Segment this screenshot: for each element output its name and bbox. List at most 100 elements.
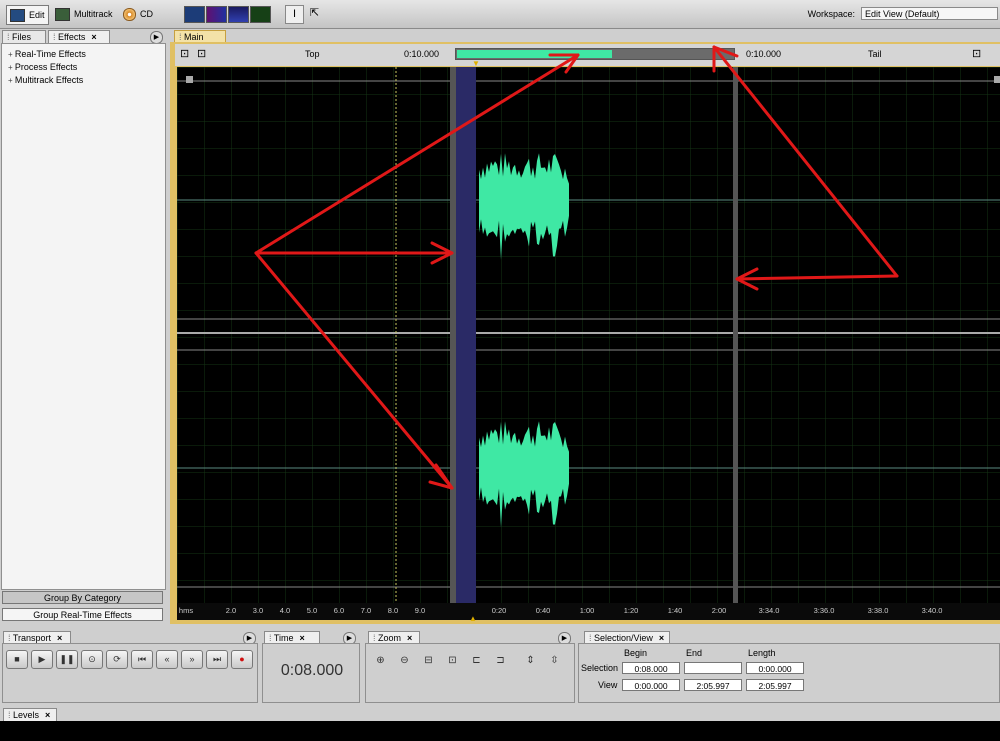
edit-view-button[interactable]: Edit xyxy=(6,5,49,25)
ruler-tick: 3:34.0 xyxy=(758,606,780,615)
ruler-tick: 8.0 xyxy=(387,606,399,615)
spectral-phase-icon[interactable] xyxy=(250,6,271,23)
close-icon[interactable]: × xyxy=(407,633,412,643)
spectral-pan-icon[interactable] xyxy=(228,6,249,23)
tree-item-multitrack-effects[interactable]: Multitrack Effects xyxy=(8,75,83,85)
zoom-out-horizontal-icon[interactable]: ⊖ xyxy=(396,653,413,668)
multitrack-view-button[interactable]: Multitrack xyxy=(52,5,116,23)
selection-row-label: Selection xyxy=(581,663,619,673)
zoom-panel xyxy=(365,643,575,703)
zoom-in-full-icon[interactable]: ⊡ xyxy=(180,47,189,60)
tree-item-realtime-effects[interactable]: Real-Time Effects xyxy=(8,49,86,59)
ruler-tick: 0:40 xyxy=(535,606,551,615)
zoom-right-edge-icon[interactable]: ⊐ xyxy=(492,653,509,668)
end-header: End xyxy=(686,648,703,658)
tab-files[interactable]: Files xyxy=(2,30,46,43)
zoom-icon[interactable]: ⊡ xyxy=(972,47,981,60)
ruler-tick: 3.0 xyxy=(252,606,264,615)
selection-begin-field[interactable]: 0:08.000 xyxy=(622,662,680,674)
cd-view-label: CD xyxy=(140,9,153,19)
ruler-format-label: hms xyxy=(178,606,194,615)
top-time: 0:10.000 xyxy=(404,49,440,59)
multitrack-view-icon xyxy=(55,7,70,21)
overview-bar: ⊡ ⊡ Top 0:10.000 ▼ 0:10.000 Tail ⊡ xyxy=(175,44,1000,68)
ruler-tick: 6.0 xyxy=(333,606,345,615)
stop-icon[interactable]: ■ xyxy=(6,650,28,669)
edit-view-label: Edit xyxy=(29,10,45,20)
group-by-category-button[interactable]: Group By Category xyxy=(2,591,163,604)
loop-icon[interactable]: ⟳ xyxy=(106,650,128,669)
cd-icon xyxy=(123,7,136,21)
pause-icon[interactable]: ❚❚ xyxy=(56,650,78,669)
zoom-out-vertical-icon[interactable]: ⇳ xyxy=(546,653,563,668)
ruler-tick: 7.0 xyxy=(360,606,372,615)
tail-label: Tail xyxy=(868,49,882,59)
close-icon[interactable]: × xyxy=(45,710,50,720)
ruler-tick: 3:36.0 xyxy=(813,606,835,615)
zoom-to-selection-icon[interactable]: ⊡ xyxy=(444,653,461,668)
tree-item-process-effects[interactable]: Process Effects xyxy=(8,62,77,72)
close-icon[interactable]: × xyxy=(91,32,96,42)
go-to-start-icon[interactable]: ⏮ xyxy=(131,650,153,669)
close-icon[interactable]: × xyxy=(300,633,305,643)
go-to-end-icon[interactable]: ⏭ xyxy=(206,650,228,669)
ruler-tick: 2:00 xyxy=(711,606,727,615)
time-ruler[interactable]: hms 2.0 3.0 4.0 5.0 6.0 7.0 8.0 9.0 0:20… xyxy=(177,603,1000,620)
zoom-left-edge-icon[interactable]: ⊏ xyxy=(468,653,485,668)
ruler-tick: 3:38.0 xyxy=(867,606,889,615)
workspace-select[interactable]: Edit View (Default) xyxy=(861,7,998,20)
selection-end-field[interactable] xyxy=(684,662,742,674)
tab-levels[interactable]: Levels× xyxy=(3,708,57,721)
play-icon[interactable]: ▶ xyxy=(31,650,53,669)
ruler-tick: 1:20 xyxy=(623,606,639,615)
time-display: 0:08.000 xyxy=(280,662,344,679)
ruler-tick: 0:20 xyxy=(491,606,507,615)
record-icon[interactable]: ● xyxy=(231,650,253,669)
time-selection-tool-icon[interactable]: I xyxy=(285,5,304,24)
waveform-display-icon[interactable] xyxy=(184,6,205,23)
zoom-in-vertical-icon[interactable]: ⇕ xyxy=(522,653,539,668)
zoom-out-full-icon[interactable]: ⊡ xyxy=(197,47,206,60)
top-toolbar: Edit Multitrack CD I ⇱ Workspace: Edit V… xyxy=(0,0,1000,29)
ruler-tick: 5.0 xyxy=(306,606,318,615)
view-end-field[interactable]: 2:05.997 xyxy=(684,679,742,691)
view-row-label: View xyxy=(598,680,618,690)
overview-scrollbar[interactable] xyxy=(455,48,735,60)
zoom-in-horizontal-icon[interactable]: ⊕ xyxy=(372,653,389,668)
fast-forward-icon[interactable]: » xyxy=(181,650,203,669)
marquee-tool-icon[interactable]: ⇱ xyxy=(306,5,323,22)
tab-effects[interactable]: Effects× xyxy=(48,30,110,43)
overview-visible-range[interactable] xyxy=(457,50,612,58)
zoom-out-full-icon[interactable]: ⊟ xyxy=(420,653,437,668)
close-icon[interactable]: × xyxy=(57,633,62,643)
rewind-icon[interactable]: « xyxy=(156,650,178,669)
waveform-svg xyxy=(177,67,1000,603)
edit-view-icon xyxy=(10,8,25,22)
length-header: Length xyxy=(748,648,776,658)
ruler-tick: 1:40 xyxy=(667,606,683,615)
ruler-tick: 2.0 xyxy=(225,606,237,615)
playhead-bottom-marker-icon[interactable]: ▲ xyxy=(469,614,477,623)
waveform-display[interactable] xyxy=(177,67,1000,603)
begin-header: Begin xyxy=(624,648,648,658)
spectral-frequency-icon[interactable] xyxy=(206,6,227,23)
ruler-tick: 9.0 xyxy=(414,606,426,615)
play-to-end-icon[interactable]: ⊙ xyxy=(81,650,103,669)
multitrack-view-label: Multitrack xyxy=(74,9,113,19)
effects-panel: Real-Time Effects Process Effects Multit… xyxy=(1,43,166,590)
time-panel: 0:08.000 xyxy=(262,643,360,703)
ruler-tick: 3:40.0 xyxy=(921,606,943,615)
selection-length-field[interactable]: 0:00.000 xyxy=(746,662,804,674)
workspace-label: Workspace: xyxy=(807,9,855,19)
top-label: Top xyxy=(305,49,320,59)
group-realtime-effects-button[interactable]: Group Real-Time Effects xyxy=(2,608,163,621)
cd-view-button[interactable]: CD xyxy=(120,5,156,23)
levels-meter xyxy=(0,721,1000,741)
ruler-tick: 4.0 xyxy=(279,606,291,615)
tail-time: 0:10.000 xyxy=(746,49,782,59)
selection-region[interactable] xyxy=(456,67,476,603)
view-length-field[interactable]: 2:05.997 xyxy=(746,679,804,691)
close-icon[interactable]: × xyxy=(659,633,664,643)
ruler-tick: 1:00 xyxy=(579,606,595,615)
view-begin-field[interactable]: 0:00.000 xyxy=(622,679,680,691)
